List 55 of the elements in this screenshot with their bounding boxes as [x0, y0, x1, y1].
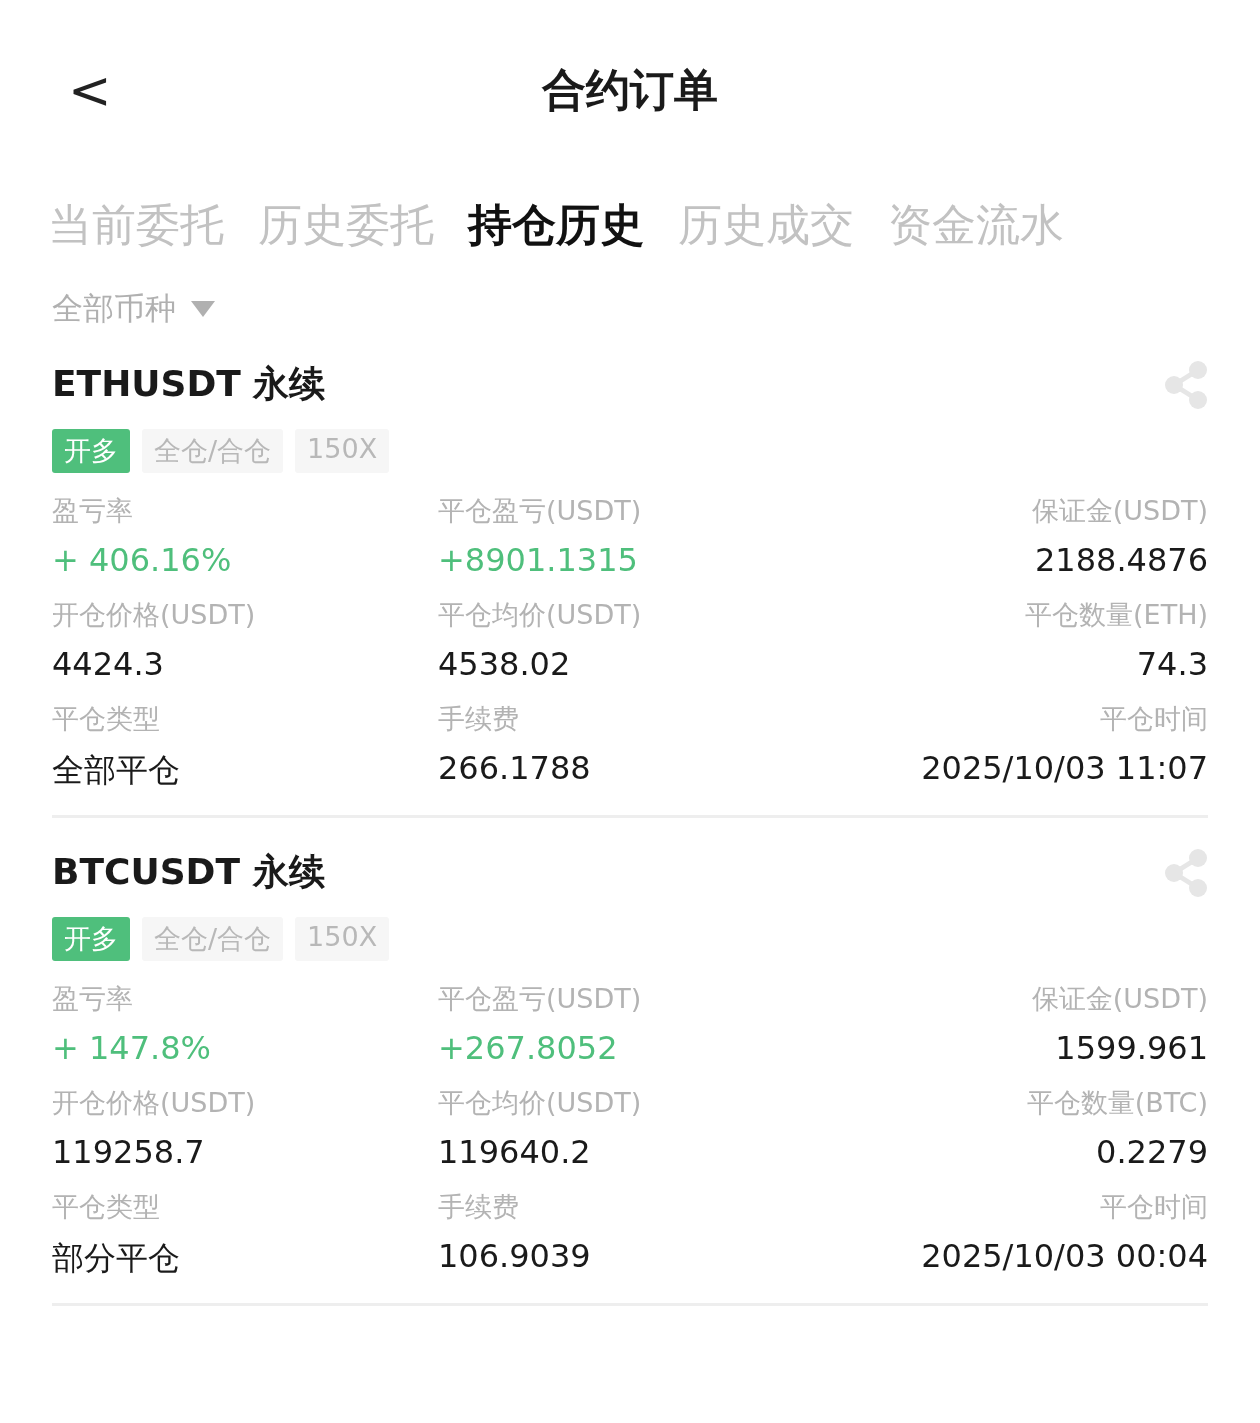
- field-label: 平仓数量(BTC): [1026, 1086, 1208, 1120]
- tab[interactable]: 历史成交: [678, 195, 854, 255]
- field-label: 平仓均价(USDT): [438, 1086, 642, 1120]
- field-value: 2025/10/03 11:07: [921, 749, 1208, 787]
- field-label: 平仓盈亏(USDT): [438, 982, 642, 1016]
- field-value: 74.3: [1136, 645, 1208, 683]
- field-value: 全部平仓: [52, 750, 180, 791]
- tab[interactable]: 持仓历史: [468, 195, 644, 255]
- field-label: 开仓价格(USDT): [52, 598, 256, 632]
- field-label: 平仓类型: [52, 702, 160, 736]
- dropdown-icon: [190, 300, 216, 318]
- field-label: 盈亏率: [52, 494, 133, 528]
- share-icon[interactable]: [1164, 360, 1208, 409]
- back-button[interactable]: <: [62, 58, 118, 122]
- field-value: 4424.3: [52, 645, 164, 683]
- page-title: 合约订单: [542, 62, 718, 117]
- field-value: 119640.2: [438, 1133, 591, 1171]
- symbol-title: BTCUSDT 永续: [52, 850, 325, 894]
- side-tag: 开多: [52, 429, 130, 473]
- field-value: + 147.8%: [52, 1029, 211, 1067]
- symbol-title: ETHUSDT 永续: [52, 362, 326, 406]
- share-icon[interactable]: [1164, 848, 1208, 897]
- field-label: 平仓时间: [1100, 702, 1208, 736]
- side-tag: 开多: [52, 917, 130, 961]
- tag: 全仓/合仓: [142, 429, 284, 473]
- field-label: 平仓类型: [52, 1190, 160, 1224]
- tab[interactable]: 资金流水: [888, 195, 1064, 255]
- tag: 150X: [295, 917, 390, 961]
- field-value: 106.9039: [438, 1237, 591, 1275]
- field-value: 266.1788: [438, 749, 591, 787]
- tab[interactable]: 当前委托: [48, 195, 224, 255]
- tag: 150X: [295, 429, 390, 473]
- field-label: 手续费: [438, 1190, 519, 1224]
- field-value: 1599.961: [1055, 1029, 1208, 1067]
- field-value: 2188.4876: [1034, 541, 1208, 579]
- field-label: 平仓时间: [1100, 1190, 1208, 1224]
- field-value: + 406.16%: [52, 541, 232, 579]
- field-value: 部分平仓: [52, 1238, 180, 1279]
- field-label: 保证金(USDT): [1031, 494, 1208, 528]
- field-label: 平仓数量(ETH): [1025, 598, 1208, 632]
- field-value: +267.8052: [438, 1029, 618, 1067]
- field-value: +8901.1315: [438, 541, 638, 579]
- field-label: 平仓盈亏(USDT): [438, 494, 642, 528]
- field-value: 0.2279: [1096, 1133, 1208, 1171]
- field-label: 开仓价格(USDT): [52, 1086, 256, 1120]
- field-label: 手续费: [438, 702, 519, 736]
- tag: 全仓/合仓: [142, 917, 284, 961]
- field-value: 2025/10/03 00:04: [921, 1237, 1208, 1275]
- coin-filter[interactable]: 全部币种: [52, 288, 216, 330]
- tab[interactable]: 历史委托: [258, 195, 434, 255]
- field-label: 平仓均价(USDT): [438, 598, 642, 632]
- field-label: 保证金(USDT): [1031, 982, 1208, 1016]
- field-label: 盈亏率: [52, 982, 133, 1016]
- field-value: 4538.02: [438, 645, 571, 683]
- field-value: 119258.7: [52, 1133, 205, 1171]
